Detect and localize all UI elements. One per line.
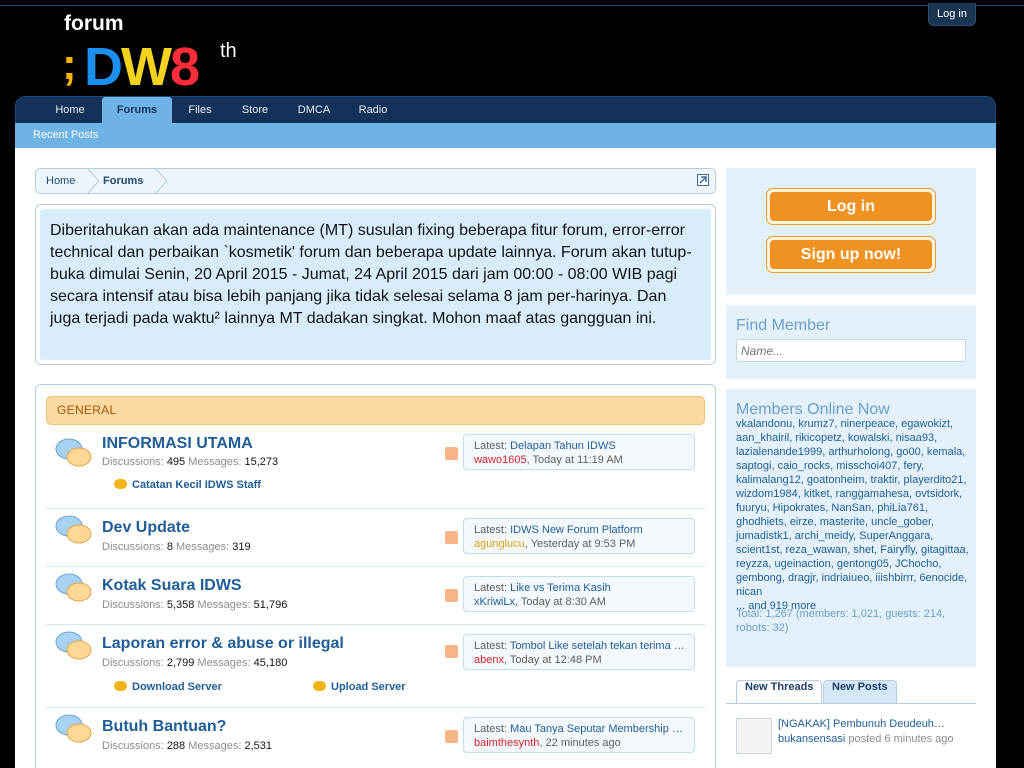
- breadcrumb-separator-icon: [86, 168, 100, 194]
- latest-post: Latest: Delapan Tahun IDWS wawo1605, Tod…: [463, 434, 695, 470]
- main-navigation: Home Forums Files Store DMCA Radio: [15, 96, 996, 125]
- tab-home[interactable]: Home: [46, 97, 94, 124]
- forum-title[interactable]: INFORMASI UTAMA: [102, 435, 253, 453]
- latest-thread-link[interactable]: Tombol Like setelah tekan terima …: [510, 640, 685, 652]
- signup-button[interactable]: Sign up now!: [766, 236, 936, 273]
- maintenance-notice: Diberitahukan akan ada maintenance (MT) …: [35, 204, 716, 365]
- find-member-input[interactable]: [736, 339, 966, 362]
- latest-thread-link[interactable]: IDWS New Forum Platform: [510, 524, 643, 536]
- rss-icon[interactable]: [445, 531, 458, 544]
- forum-stats: Discussions: 288 Messages: 2,531: [102, 740, 273, 752]
- forum-title[interactable]: Laporan error & abuse or illegal: [102, 635, 344, 653]
- rss-icon[interactable]: [445, 645, 458, 658]
- chat-bubbles-icon: [55, 714, 92, 743]
- login-panel: Log in Sign up now!: [726, 168, 976, 295]
- rss-icon[interactable]: [445, 589, 458, 602]
- forum-stats: Discussions: 495 Messages: 15,273: [102, 456, 279, 468]
- forum-title[interactable]: Kotak Suara IDWS: [102, 577, 242, 595]
- thread-meta: bukansensasi posted 6 minutes ago: [778, 733, 954, 745]
- breadcrumb: Home Forums: [35, 168, 716, 194]
- latest-post: Latest: Like vs Terima Kasih xKriwiLx, T…: [463, 576, 695, 612]
- forum-row: Laporan error & abuse or illegal Discuss…: [46, 625, 705, 708]
- forum-title[interactable]: Dev Update: [102, 519, 190, 537]
- breadcrumb-forums[interactable]: Forums: [103, 169, 143, 193]
- sub-navigation: Recent Posts: [15, 123, 996, 148]
- latest-thread-link[interactable]: Mau Tanya Seputar Membership …: [510, 723, 683, 735]
- logo-suffix: th: [220, 40, 237, 62]
- jump-to-icon[interactable]: [697, 174, 709, 186]
- latest-user-link[interactable]: baimthesynth: [474, 737, 539, 749]
- forum-stats: Discussions: 5,358 Messages: 51,796: [102, 599, 288, 611]
- chat-bubbles-icon: [55, 438, 92, 467]
- logo-letters: DW8: [84, 37, 200, 97]
- forum-title[interactable]: Butuh Bantuan?: [102, 718, 226, 736]
- thread-title[interactable]: [NGAKAK] Pembunuh Deudeuh…: [778, 718, 945, 730]
- chat-bubbles-icon: [55, 573, 92, 602]
- recent-posts-link[interactable]: Recent Posts: [33, 123, 98, 148]
- tab-new-threads[interactable]: New Threads: [736, 680, 823, 704]
- tab-new-posts[interactable]: New Posts: [823, 680, 897, 704]
- rss-icon[interactable]: [445, 730, 458, 743]
- header-login-button[interactable]: Log in: [928, 3, 976, 26]
- subforum-icon: [114, 479, 127, 489]
- new-threads-panel: [NGAKAK] Pembunuh Deudeuh… bukansensasi …: [726, 703, 976, 768]
- tab-forums[interactable]: Forums: [102, 97, 172, 125]
- latest-thread-link[interactable]: Like vs Terima Kasih: [510, 582, 611, 594]
- rss-icon[interactable]: [445, 447, 458, 460]
- find-member-block: Find Member: [726, 305, 976, 379]
- notice-text: Diberitahukan akan ada maintenance (MT) …: [40, 209, 711, 360]
- category-header[interactable]: GENERAL: [46, 396, 705, 425]
- latest-thread-link[interactable]: Delapan Tahun IDWS: [510, 440, 616, 452]
- forum-row: Kotak Suara IDWS Discussions: 5,358 Mess…: [46, 567, 705, 625]
- logo-forum-text: forum: [64, 12, 124, 35]
- avatar[interactable]: [736, 718, 772, 754]
- latest-user-link[interactable]: agunglucu: [474, 538, 525, 550]
- members-online-block: Members Online Now vkalandonu, krumz7, n…: [726, 389, 976, 667]
- subforum-link[interactable]: Catatan Kecil IDWS Staff: [114, 479, 261, 491]
- latest-post: Latest: IDWS New Forum Platform agungluc…: [463, 518, 695, 554]
- forum-row: INFORMASI UTAMA Discussions: 495 Message…: [46, 432, 705, 509]
- subforum-icon: [313, 681, 326, 691]
- forum-row: Butuh Bantuan? Discussions: 288 Messages…: [46, 708, 705, 766]
- subforum-link[interactable]: Upload Server: [313, 681, 406, 693]
- find-member-title: Find Member: [736, 317, 831, 334]
- top-border: [0, 0, 1024, 6]
- latest-user-link[interactable]: xKriwiLx: [474, 596, 515, 608]
- tab-files[interactable]: Files: [180, 97, 220, 124]
- online-total: Total: 1,267 (members: 1,021, guests: 21…: [736, 608, 946, 634]
- online-member-list[interactable]: vkalandonu, krumz7, ninerpeace, egawokiz…: [736, 417, 970, 613]
- latest-post: Latest: Tombol Like setelah tekan terima…: [463, 634, 695, 670]
- subforum-link[interactable]: Download Server: [114, 681, 222, 693]
- forum-stats: Discussions: 8 Messages: 319: [102, 541, 251, 553]
- forum-stats: Discussions: 2,799 Messages: 45,180: [102, 657, 288, 669]
- forum-row: Dev Update Discussions: 8 Messages: 319 …: [46, 509, 705, 567]
- breadcrumb-separator-icon: [154, 168, 168, 194]
- chat-bubbles-icon: [55, 515, 92, 544]
- logo-semicolon: ;: [62, 40, 77, 89]
- login-button[interactable]: Log in: [766, 188, 936, 225]
- latest-post: Latest: Mau Tanya Seputar Membership … b…: [463, 717, 695, 753]
- tab-store[interactable]: Store: [234, 97, 276, 124]
- site-logo[interactable]: forum ; DW8 th: [62, 10, 262, 97]
- latest-user-link[interactable]: abenx: [474, 654, 504, 666]
- subforum-icon: [114, 681, 127, 691]
- tab-dmca[interactable]: DMCA: [290, 97, 338, 124]
- tab-radio[interactable]: Radio: [352, 97, 394, 124]
- breadcrumb-home[interactable]: Home: [46, 169, 75, 193]
- latest-user-link[interactable]: wawo1605: [474, 454, 527, 466]
- chat-bubbles-icon: [55, 631, 92, 660]
